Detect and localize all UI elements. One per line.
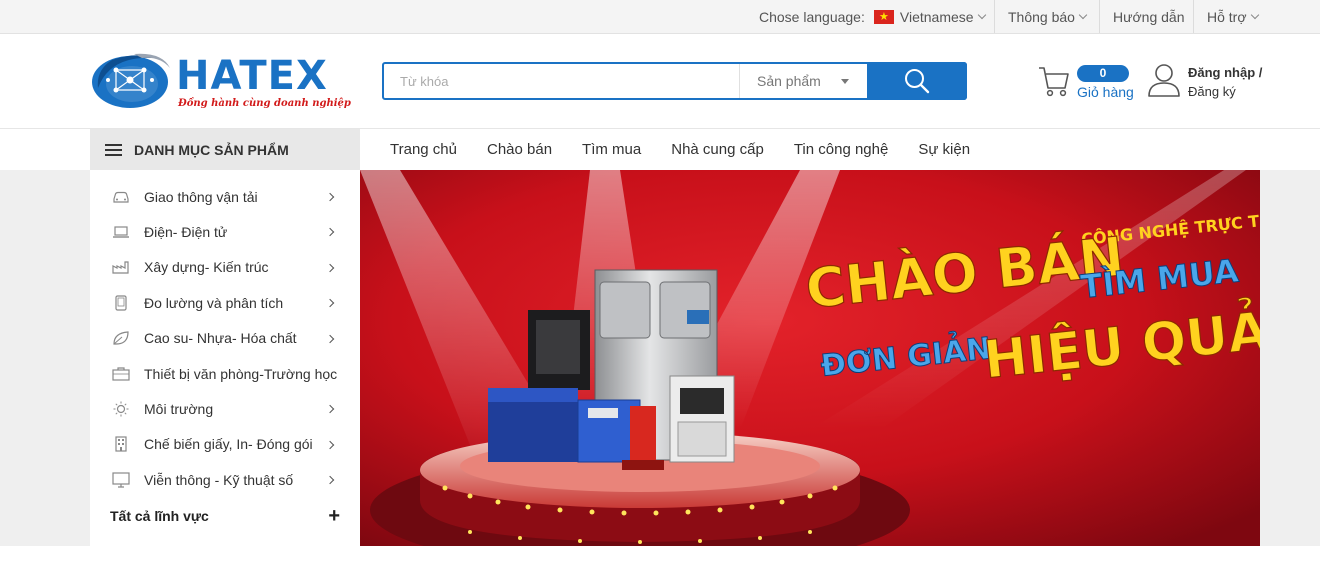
vietnam-flag-icon — [873, 8, 894, 26]
search-category-select[interactable]: Sản phẩm — [739, 64, 869, 98]
chevron-down-icon — [1078, 10, 1088, 19]
briefcase-icon — [112, 366, 130, 382]
category-item-environment[interactable]: Môi trường — [90, 391, 360, 426]
guide-link[interactable]: Hướng dẫn — [1113, 0, 1184, 33]
search-input[interactable] — [384, 64, 739, 98]
category-label: Cao su- Nhựa- Hóa chất — [144, 330, 297, 347]
account-area: Đăng nhập / Đăng ký — [1147, 62, 1277, 102]
sun-icon — [112, 401, 130, 417]
all-categories-toggle[interactable]: Tất cả lĩnh vực + — [110, 506, 340, 526]
divider — [1099, 0, 1100, 33]
logo-network-icon — [92, 53, 170, 108]
category-item-telecom-digital[interactable]: Viễn thông - Kỹ thuật số — [90, 462, 360, 497]
factory-icon — [112, 259, 130, 275]
category-item-office-school[interactable]: Thiết bị văn phòng-Trường học — [90, 356, 360, 391]
chevron-right-icon — [325, 334, 335, 343]
building-icon — [112, 436, 130, 453]
nav-link-sell-offers[interactable]: Chào bán — [472, 129, 567, 170]
chevron-right-icon — [325, 192, 335, 202]
nav-link-tech-news[interactable]: Tin công nghệ — [779, 129, 904, 170]
guide-label: Hướng dẫn — [1113, 8, 1185, 25]
category-label: Chế biến giấy, In- Đóng gói — [144, 436, 313, 453]
user-icon — [1148, 64, 1180, 97]
hero-section: Giao thông vận tải Điện- Điện tử Xây dựn… — [0, 170, 1320, 546]
category-item-paper-printing-packaging[interactable]: Chế biến giấy, In- Đóng gói — [90, 427, 360, 462]
promo-banner-artwork: CÔNG NGHỆ TRỰC TUYẾN CHÀO BÁN TÌM MUA ĐƠ… — [360, 170, 1260, 546]
login-link[interactable]: Đăng nhập / — [1188, 65, 1262, 80]
nav-link-buy-requests[interactable]: Tìm mua — [567, 129, 656, 170]
nav-link-suppliers[interactable]: Nhà cung cấp — [656, 129, 779, 170]
language-selector[interactable]: Chose language: Vietnamese — [759, 0, 986, 33]
support-menu[interactable]: Hỗ trợ — [1207, 0, 1259, 33]
notifications-label: Thông báo — [1008, 8, 1075, 25]
nav-link-events[interactable]: Sự kiện — [903, 129, 985, 170]
category-list: Giao thông vận tải Điện- Điện tử Xây dựn… — [90, 170, 360, 498]
chevron-right-icon — [325, 228, 335, 237]
category-label: Môi trường — [144, 401, 214, 418]
top-utility-bar: Chose language: Vietnamese Thông báo Hướ… — [0, 0, 1320, 34]
category-item-electronics[interactable]: Điện- Điện tử — [90, 214, 360, 249]
category-label: Xây dựng- Kiến trúc — [144, 259, 269, 276]
support-label: Hỗ trợ — [1207, 8, 1247, 25]
plus-icon: + — [328, 505, 340, 527]
chevron-down-icon — [977, 10, 986, 19]
tablet-icon — [112, 295, 130, 311]
category-label: Thiết bị văn phòng-Trường học — [144, 365, 338, 382]
main-navigation-row: DANH MỤC SẢN PHẨM Trang chủ Chào bán Tìm… — [0, 129, 1320, 170]
divider — [1193, 0, 1194, 33]
cart-label: Giỏ hàng — [1077, 84, 1134, 100]
main-menu: Trang chủ Chào bán Tìm mua Nhà cung cấp … — [375, 129, 985, 170]
category-label: Đo lường và phân tích — [144, 294, 284, 311]
caret-down-icon — [841, 79, 849, 84]
search-bar: Sản phẩm — [382, 62, 967, 100]
page-footer-space — [0, 546, 1320, 580]
car-icon — [112, 189, 130, 205]
hatex-logo[interactable]: HATEX Đồng hành cùng doanh nghiệp — [90, 48, 351, 116]
promo-banner[interactable]: CÔNG NGHỆ TRỰC TUYẾN CHÀO BÁN TÌM MUA ĐƠ… — [360, 170, 1260, 546]
notifications-menu[interactable]: Thông báo — [1008, 0, 1088, 33]
search-icon — [905, 69, 930, 94]
category-item-rubber-plastic-chemical[interactable]: Cao su- Nhựa- Hóa chất — [90, 321, 360, 356]
all-categories-label: Tất cả lĩnh vực — [110, 508, 209, 524]
chevron-down-icon — [1250, 10, 1259, 19]
category-label: Giao thông vận tải — [144, 188, 258, 205]
search-category-value: Sản phẩm — [757, 73, 821, 89]
nav-link-home[interactable]: Trang chủ — [375, 129, 472, 170]
chevron-right-icon — [325, 440, 335, 449]
leaf-icon — [112, 330, 130, 346]
product-categories-label: DANH MỤC SẢN PHẨM — [134, 141, 289, 158]
category-sidebar: Giao thông vận tải Điện- Điện tử Xây dựn… — [90, 170, 360, 546]
site-header: HATEX Đồng hành cùng doanh nghiệp Sản ph… — [0, 34, 1320, 129]
category-item-measurement[interactable]: Đo lường và phân tích — [90, 285, 360, 320]
brand-tagline: Đồng hành cùng doanh nghiệp — [178, 98, 351, 109]
shopping-cart-icon — [1039, 67, 1069, 97]
cart-button[interactable]: 0 Giỏ hàng — [1038, 64, 1138, 104]
brand-name: HATEX — [176, 53, 328, 99]
chevron-right-icon — [325, 263, 335, 273]
category-label: Điện- Điện tử — [144, 224, 228, 241]
category-item-construction[interactable]: Xây dựng- Kiến trúc — [90, 250, 360, 285]
hamburger-menu-icon — [105, 143, 122, 156]
chevron-right-icon — [325, 475, 335, 485]
product-categories-button[interactable]: DANH MỤC SẢN PHẨM — [90, 129, 360, 170]
search-button[interactable] — [867, 62, 967, 100]
language-label: Chose language: — [759, 8, 865, 25]
cart-count-badge: 0 — [1077, 65, 1129, 82]
monitor-icon — [112, 472, 130, 488]
chevron-right-icon — [325, 405, 335, 414]
category-item-transport[interactable]: Giao thông vận tải — [90, 179, 360, 214]
category-label: Viễn thông - Kỹ thuật số — [144, 471, 294, 488]
laptop-icon — [112, 224, 130, 240]
language-value: Vietnamese — [899, 8, 974, 25]
register-link[interactable]: Đăng ký — [1188, 84, 1236, 99]
chevron-right-icon — [325, 298, 335, 308]
divider — [994, 0, 995, 33]
